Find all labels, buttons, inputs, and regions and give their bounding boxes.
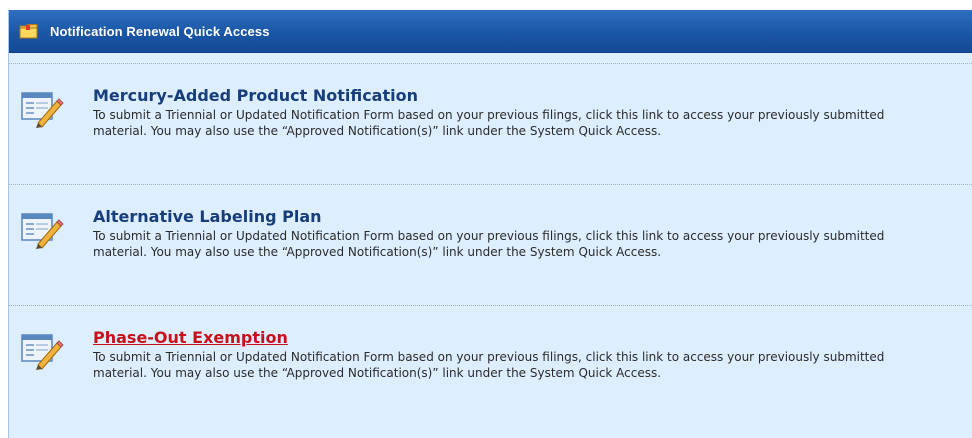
item-body: Alternative Labeling Plan To submit a Tr… <box>93 206 932 260</box>
alternative-labeling-plan-link[interactable]: Alternative Labeling Plan <box>93 206 932 228</box>
notification-renewal-panel: Notification Renewal Quick Access Mercur… <box>8 10 972 438</box>
folder-icon <box>19 23 38 39</box>
list-item-alternative-labeling-plan: Alternative Labeling Plan To submit a Tr… <box>9 184 972 305</box>
list-item-phase-out-exemption: Phase-Out Exemption To submit a Triennia… <box>9 305 972 426</box>
quick-access-list: Mercury-Added Product Notification To su… <box>9 63 972 426</box>
edit-form-icon[interactable] <box>20 210 64 250</box>
mercury-added-product-notification-link[interactable]: Mercury-Added Product Notification <box>93 85 932 107</box>
panel-header: Notification Renewal Quick Access <box>9 10 972 53</box>
panel-title: Notification Renewal Quick Access <box>50 23 270 39</box>
edit-form-icon[interactable] <box>20 89 64 129</box>
item-description: To submit a Triennial or Updated Notific… <box>93 108 885 138</box>
phase-out-exemption-link[interactable]: Phase-Out Exemption <box>93 327 932 349</box>
list-item-mercury-added-product: Mercury-Added Product Notification To su… <box>9 63 972 184</box>
item-description: To submit a Triennial or Updated Notific… <box>93 229 885 259</box>
item-body: Mercury-Added Product Notification To su… <box>93 85 932 139</box>
item-body: Phase-Out Exemption To submit a Triennia… <box>93 327 932 381</box>
edit-form-icon[interactable] <box>20 331 64 371</box>
item-description: To submit a Triennial or Updated Notific… <box>93 350 885 380</box>
